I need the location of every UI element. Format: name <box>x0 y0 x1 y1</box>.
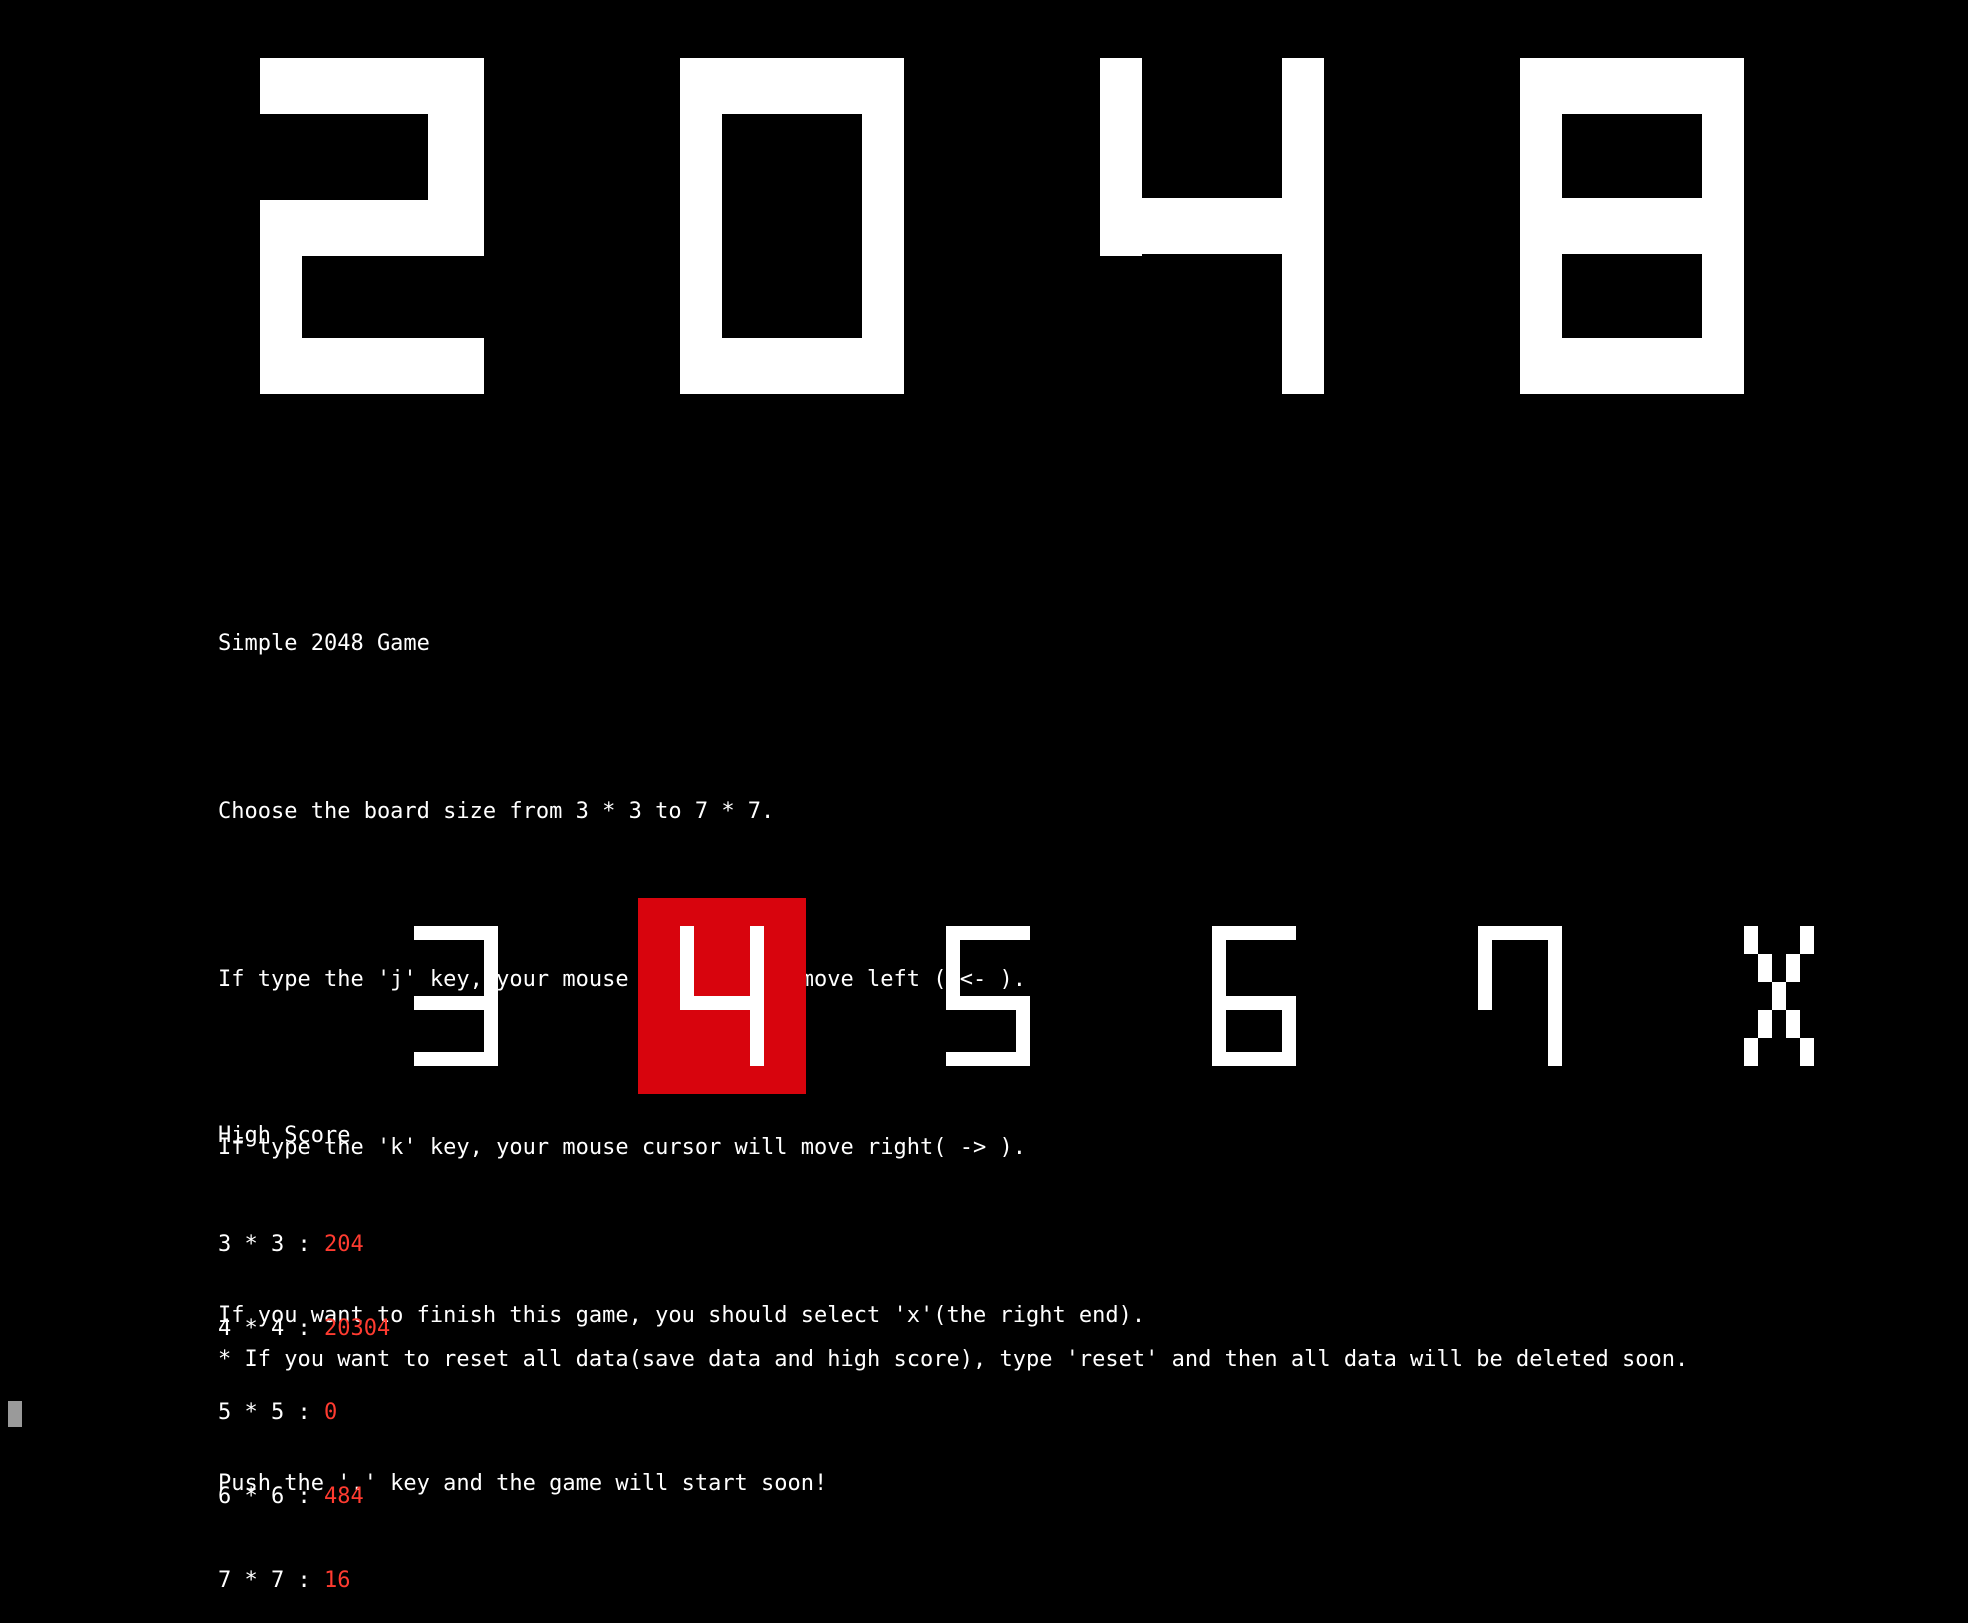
high-score-value: 0 <box>323 1400 338 1425</box>
high-score-row: 4 * 4 : 20304 <box>218 1315 390 1343</box>
high-score-value: 204 <box>323 1232 364 1257</box>
game-heading: Simple 2048 Game <box>218 631 430 656</box>
high-score-label: 7 * 7 : <box>218 1568 324 1593</box>
size-option-6[interactable] <box>1212 926 1296 1066</box>
instruction-right-key: If type the 'k' key, your mouse cursor w… <box>218 1135 1026 1160</box>
high-score-value: 20304 <box>323 1316 391 1341</box>
size-option-7[interactable] <box>1478 926 1562 1066</box>
high-score-title: High Score <box>218 1123 351 1148</box>
high-score-row: 3 * 3 : 204 <box>218 1231 390 1259</box>
terminal-cursor <box>8 1401 22 1427</box>
high-score-row: 6 * 6 : 484 <box>218 1483 390 1511</box>
high-score-value: 484 <box>323 1484 364 1509</box>
high-score-label: 6 * 6 : <box>218 1484 324 1509</box>
high-score-row: 5 * 5 : 0 <box>218 1399 390 1427</box>
size-option-4[interactable] <box>638 898 806 1094</box>
instruction-board-size: Choose the board size from 3 * 3 to 7 * … <box>218 799 775 824</box>
high-score-row: 7 * 7 : 16 <box>218 1567 390 1595</box>
reset-note: * If you want to reset all data(save dat… <box>218 1347 1689 1372</box>
title-digit-0 <box>680 58 904 394</box>
high-score-label: 5 * 5 : <box>218 1400 324 1425</box>
title-digit-4 <box>1100 58 1324 394</box>
high-score-list: 3 * 3 : 204 4 * 4 : 20304 5 * 5 : 0 6 * … <box>218 1175 390 1623</box>
title-digit-8 <box>1520 58 1744 394</box>
high-score-label: 3 * 3 : <box>218 1232 324 1257</box>
size-option-exit[interactable] <box>1744 926 1814 1066</box>
size-option-5[interactable] <box>946 926 1030 1066</box>
title-digit-2 <box>260 58 484 394</box>
high-score-value: 16 <box>323 1568 351 1593</box>
title-logo-2048 <box>260 58 1744 394</box>
size-option-3[interactable] <box>414 926 498 1066</box>
high-score-label: 4 * 4 : <box>218 1316 324 1341</box>
